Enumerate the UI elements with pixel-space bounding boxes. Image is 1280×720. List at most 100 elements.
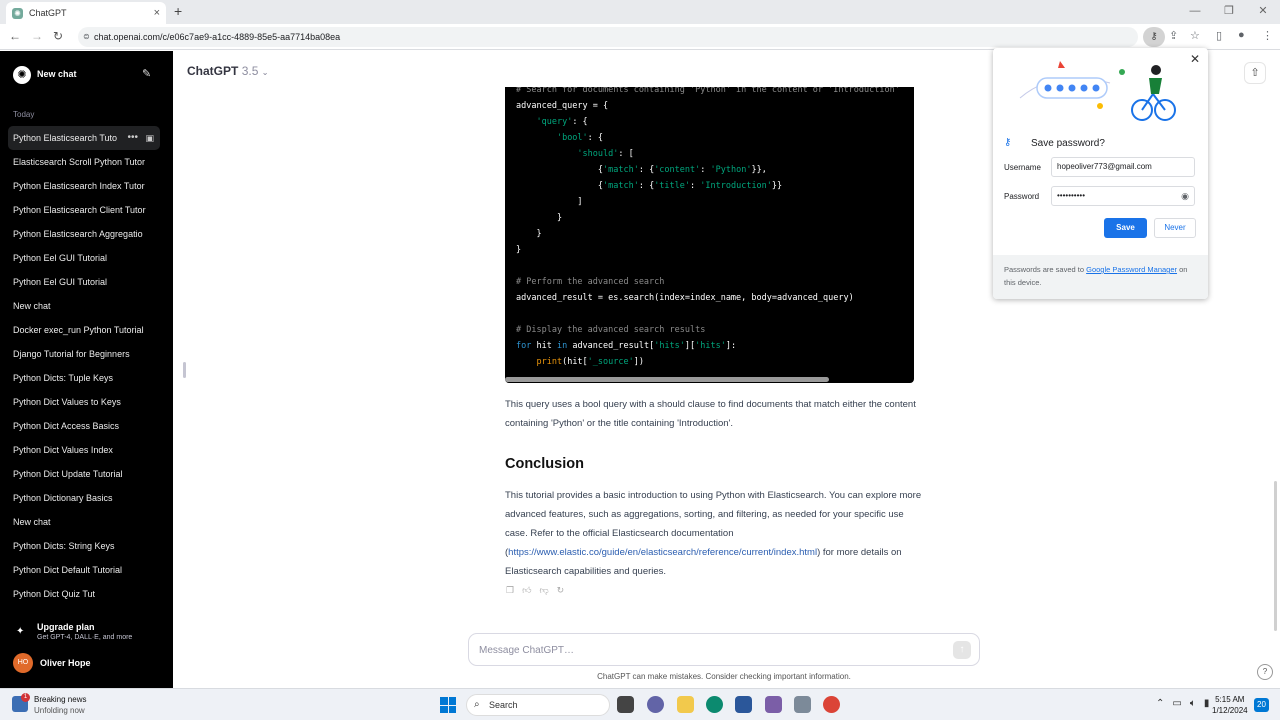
code-var: advanced_result[: [567, 341, 655, 351]
restore-icon[interactable]: ❐: [1212, 0, 1246, 24]
close-window-icon[interactable]: ✕: [1246, 0, 1280, 24]
share-page-icon[interactable]: ⇪: [1169, 29, 1178, 42]
chat-item[interactable]: Docker exec_run Python Tutorial: [8, 318, 160, 342]
chat-item[interactable]: Django Tutorial for Beginners: [8, 342, 160, 366]
upload-icon: ⇧: [1250, 67, 1260, 79]
new-chat-button[interactable]: ✺ New chat ✎: [0, 63, 173, 85]
chat-item[interactable]: Python Elasticsearch Tuto ••• ▣: [8, 126, 160, 150]
chat-item[interactable]: Python Dict Update Tutorial: [8, 462, 160, 486]
close-tab-icon[interactable]: ×: [154, 7, 160, 19]
reload-icon[interactable]: ↻: [53, 29, 63, 43]
chat-item[interactable]: Python Eel GUI Tutorial: [8, 270, 160, 294]
regenerate-icon[interactable]: ↻: [557, 585, 565, 596]
password-key-icon[interactable]: ⚷: [1143, 27, 1165, 47]
news-subtitle: Unfolding now: [34, 706, 85, 715]
new-tab-icon[interactable]: +: [174, 3, 182, 19]
menu-icon[interactable]: ⋮: [1262, 29, 1273, 42]
code-string: 'hits': [695, 341, 726, 351]
edge-icon[interactable]: [706, 696, 723, 713]
sidebar-collapse-handle[interactable]: [183, 362, 186, 378]
chat-item-label: Python Elasticsearch Client Tutor: [13, 205, 146, 215]
volume-icon[interactable]: 🔈︎: [1190, 698, 1196, 709]
code-string: 'Python': [710, 165, 752, 175]
network-icon[interactable]: ▭: [1172, 698, 1181, 709]
chat-item-label: Python Dict Default Tutorial: [13, 565, 123, 575]
forward-icon[interactable]: →: [31, 29, 43, 43]
copy-icon[interactable]: ❐: [506, 585, 514, 596]
taskbar-search[interactable]: ⌕ Search: [466, 694, 610, 716]
password-field[interactable]: •••••••••• ◉: [1051, 186, 1195, 206]
app-icon[interactable]: [794, 696, 811, 713]
share-chat-button[interactable]: ⇧: [1244, 62, 1266, 84]
code-keyword: for: [516, 341, 532, 351]
back-icon[interactable]: ←: [9, 29, 21, 43]
notification-badge[interactable]: 20: [1254, 698, 1269, 712]
message-composer: ↑: [468, 633, 980, 666]
password-label: Password: [1004, 192, 1040, 201]
chat-item[interactable]: Python Elasticsearch Aggregatio: [8, 222, 160, 246]
site-info-icon[interactable]: ⊜: [83, 27, 90, 47]
message-input[interactable]: [479, 642, 919, 658]
chat-item[interactable]: Python Dict Default Tutorial: [8, 558, 160, 582]
send-button[interactable]: ↑: [953, 641, 971, 659]
tab-title: ChatGPT: [29, 8, 67, 18]
chat-item-label: Python Dict Update Tutorial: [13, 469, 123, 479]
chat-app-icon[interactable]: [647, 696, 664, 713]
news-badge: 1: [21, 693, 30, 702]
chrome-icon[interactable]: [823, 696, 840, 713]
code-var: hit: [531, 341, 557, 351]
never-button[interactable]: Never: [1154, 218, 1196, 238]
help-button[interactable]: ?: [1257, 664, 1273, 680]
start-button-icon[interactable]: [440, 697, 456, 713]
username-label: Username: [1004, 163, 1041, 172]
chat-item[interactable]: Python Dict Values to Keys: [8, 390, 160, 414]
more-options-icon[interactable]: •••: [127, 126, 138, 150]
chat-item[interactable]: Python Eel GUI Tutorial: [8, 246, 160, 270]
chat-item[interactable]: Elasticsearch Scroll Python Tutor: [8, 150, 160, 174]
code-string: 'bool': [556, 133, 588, 143]
chat-item[interactable]: Python Dicts: Tuple Keys: [8, 366, 160, 390]
chat-item-label: Python Dict Quiz Tut: [13, 589, 96, 599]
browser-tab[interactable]: ✺ ChatGPT ×: [6, 2, 166, 24]
chat-item-label: Python Elasticsearch Tuto: [13, 133, 118, 143]
edit-icon[interactable]: ✎: [142, 67, 151, 80]
bookmark-star-icon[interactable]: ☆: [1190, 29, 1200, 42]
chat-item[interactable]: Python Dict Values Index: [8, 438, 160, 462]
close-icon[interactable]: ✕: [1190, 52, 1200, 66]
chat-item[interactable]: Python Dicts: String Keys: [8, 534, 160, 558]
file-explorer-icon[interactable]: [677, 696, 694, 713]
chevron-up-icon[interactable]: ⌃: [1156, 698, 1164, 709]
profile-icon[interactable]: ●: [1238, 29, 1245, 41]
eye-icon[interactable]: ◉: [1181, 187, 1189, 205]
chat-item[interactable]: Python Elasticsearch Index Tutor: [8, 174, 160, 198]
password-manager-link[interactable]: Google Password Manager: [1086, 265, 1177, 274]
main-vertical-scrollbar[interactable]: [1274, 481, 1277, 631]
url-field[interactable]: ⊜ chat.openai.com/c/e06c7ae9-a1cc-4889-8…: [78, 27, 1138, 47]
task-view-icon[interactable]: [617, 696, 634, 713]
vscode-icon[interactable]: [765, 696, 782, 713]
chat-item[interactable]: Python Dictionary Basics: [8, 486, 160, 510]
side-panel-icon[interactable]: ▯: [1216, 29, 1222, 42]
username-field[interactable]: hopeoliver773@gmail.com: [1051, 157, 1195, 177]
minimize-icon[interactable]: —: [1178, 0, 1212, 24]
address-bar-row: ← → ↻ ⊜ chat.openai.com/c/e06c7ae9-a1cc-…: [0, 24, 1280, 50]
chat-item[interactable]: Python Elasticsearch Client Tutor: [8, 198, 160, 222]
thumbs-down-icon[interactable]: 👎︎: [539, 585, 548, 596]
upgrade-plan-button[interactable]: ✦ Upgrade plan Get GPT-4, DALL·E, and mo…: [13, 622, 163, 648]
archive-icon[interactable]: ▣: [145, 126, 154, 150]
chat-item-label: Python Eel GUI Tutorial: [13, 277, 108, 287]
thumbs-up-icon[interactable]: 👍︎: [522, 585, 531, 596]
clock[interactable]: 5:15 AM 1/12/2024: [1212, 694, 1248, 716]
code-horizontal-scrollbar[interactable]: [505, 377, 829, 382]
chat-item[interactable]: New chat: [8, 294, 160, 318]
news-title[interactable]: Breaking news: [34, 695, 86, 704]
chat-item[interactable]: Python Dict Access Basics: [8, 414, 160, 438]
chat-item[interactable]: Python Dict Quiz Tut: [8, 582, 160, 606]
save-button[interactable]: Save: [1104, 218, 1147, 238]
model-selector[interactable]: ChatGPT 3.5 ⌄: [187, 64, 268, 78]
store-icon[interactable]: [735, 696, 752, 713]
user-menu-button[interactable]: HO Oliver Hope: [13, 653, 163, 673]
battery-icon[interactable]: ▮: [1204, 698, 1210, 709]
chat-item[interactable]: New chat: [8, 510, 160, 534]
docs-link[interactable]: https://www.elastic.co/guide/en/elastics…: [508, 547, 817, 558]
